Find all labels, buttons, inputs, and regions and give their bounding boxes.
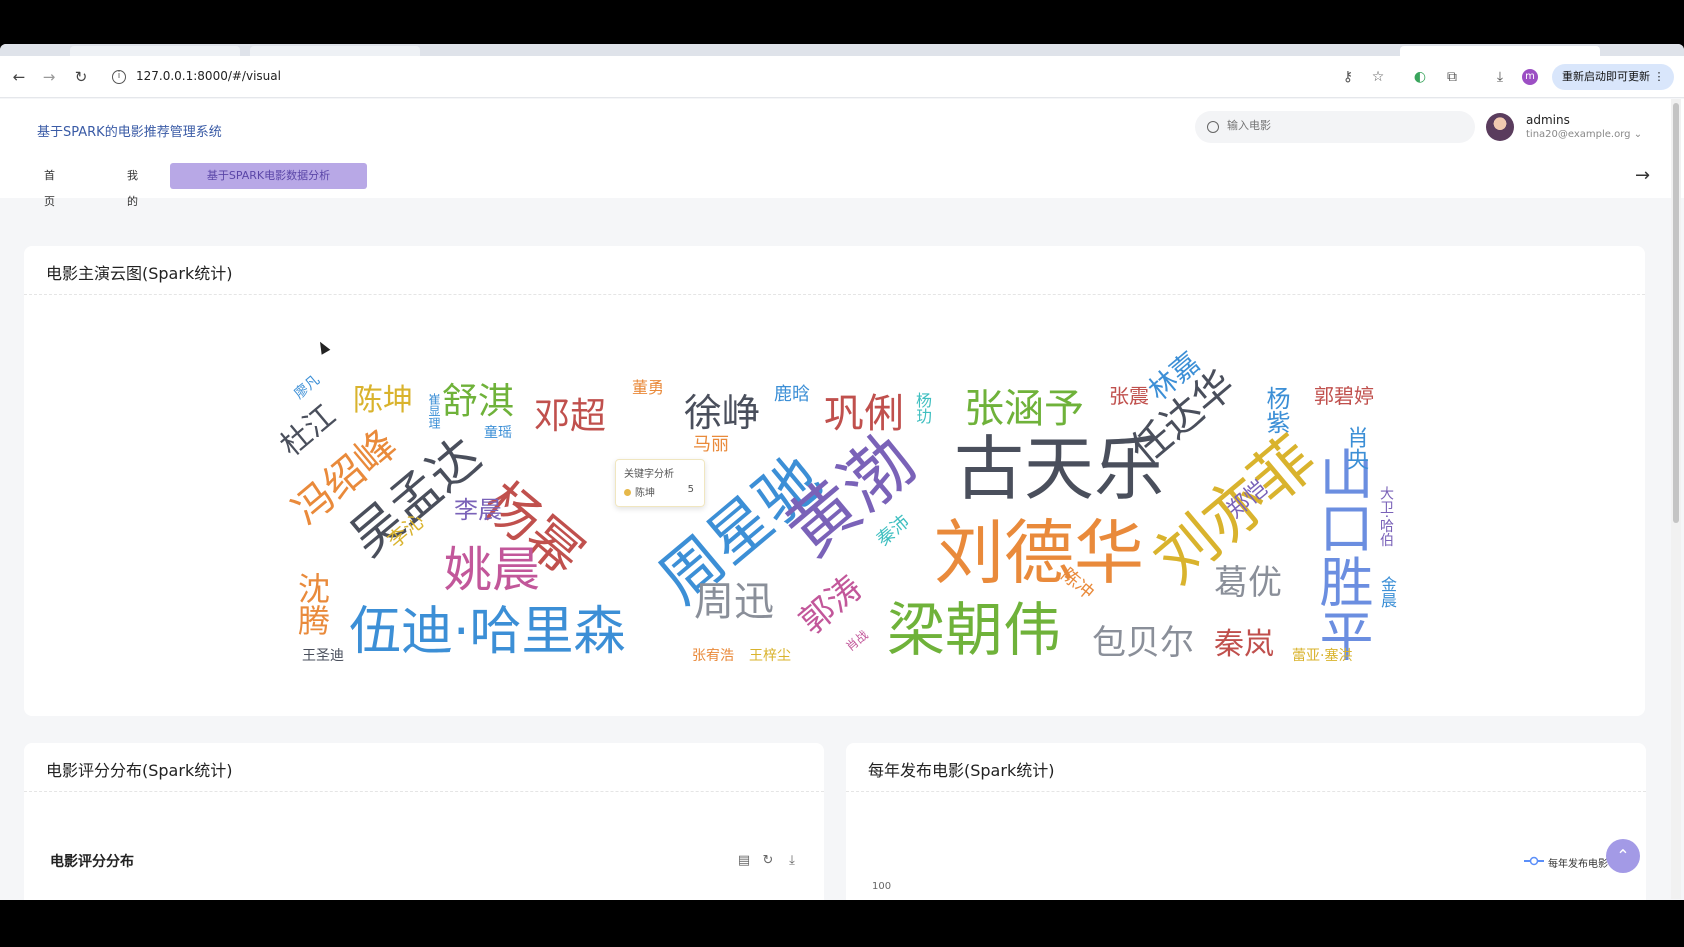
password-key-icon[interactable]: ⚷ — [1338, 67, 1358, 87]
chevron-down-icon: ⌄ — [1630, 129, 1643, 140]
cloud-word[interactable]: 郭碧婷 — [1314, 386, 1374, 406]
user-email-text: tina20@example.org — [1526, 129, 1631, 140]
page-scrollbar[interactable] — [1671, 99, 1681, 899]
site-info-icon[interactable]: i — [112, 70, 126, 84]
browser-tab-active[interactable] — [1400, 46, 1600, 56]
cloud-word[interactable]: 陈坤 — [353, 386, 413, 416]
yearly-card-title: 每年发布电影(Spark统计) — [868, 761, 1055, 780]
cloud-word[interactable]: 周迅 — [694, 582, 774, 622]
chart-toolbox: ▤ ↻ ⤓ — [736, 853, 806, 869]
cloud-word[interactable]: 杜江 — [274, 398, 342, 463]
cloud-word[interactable]: 徐峥 — [684, 394, 760, 432]
bookmark-star-icon[interactable]: ☆ — [1368, 67, 1388, 87]
cloud-word[interactable]: 包贝尔 — [1092, 626, 1194, 660]
cloud-word[interactable]: 金晨 — [1378, 576, 1397, 608]
cloud-word[interactable]: 王圣迪 — [302, 649, 344, 663]
movie-search[interactable] — [1195, 111, 1475, 143]
cloud-word[interactable]: 崔显理 — [427, 393, 441, 429]
cloud-word[interactable]: 巩俐 — [824, 394, 904, 434]
forward-icon[interactable]: → — [38, 66, 60, 88]
tooltip-name: 陈坤 — [635, 488, 655, 499]
data-view-icon[interactable]: ▤ — [736, 853, 752, 869]
tab-mine[interactable]: 我的 — [127, 163, 138, 208]
tab-home[interactable]: 首页 — [44, 163, 55, 208]
legend-line-icon — [1524, 856, 1544, 866]
cloud-word[interactable]: 郭涛 — [792, 568, 870, 642]
download-icon[interactable]: ⤓ — [1490, 67, 1510, 87]
app-title: 基于SPARK的电影推荐管理系统 — [37, 125, 222, 140]
back-icon[interactable]: ← — [8, 66, 30, 88]
browser-tab-strip — [0, 44, 1684, 56]
cloud-word[interactable]: 葛优 — [1214, 566, 1282, 600]
cloud-word[interactable]: 杨玏 — [913, 392, 932, 424]
rating-card: 电影评分分布(Spark统计) 电影评分分布 ▤ ↻ ⤓ — [24, 743, 824, 900]
update-browser-button[interactable]: 重新启动即可更新 ⋮ — [1552, 64, 1674, 90]
profile-avatar-icon[interactable]: m — [1522, 69, 1538, 85]
series-dot-icon — [624, 489, 631, 496]
word-cloud-tooltip: 关键字分析 陈坤 5 — [615, 459, 705, 507]
url-text: 127.0.0.1:8000/#/visual — [136, 69, 281, 83]
cloud-word[interactable]: 张震 — [1109, 386, 1149, 406]
cloud-word[interactable]: 沈腾 — [293, 572, 331, 636]
cloud-word[interactable]: 蕾亚·塞洪 — [1292, 649, 1352, 663]
divider — [846, 791, 1646, 792]
search-input[interactable] — [1227, 119, 1457, 132]
cloud-word[interactable]: 肖央 — [1343, 426, 1368, 470]
cloud-word[interactable]: 鹿晗 — [774, 386, 810, 404]
cloud-word[interactable]: 杨紫 — [1262, 386, 1290, 434]
app-header: 基于SPARK的电影推荐管理系统 admins tina20@example.o… — [0, 99, 1684, 208]
update-label: 重新启动即可更新 — [1562, 70, 1650, 83]
cloud-word[interactable]: 黄渤 — [770, 419, 930, 572]
user-name[interactable]: admins — [1526, 113, 1570, 127]
cloud-word[interactable]: 肖战 — [843, 628, 870, 654]
browser-toolbar: ← → ↻ i 127.0.0.1:8000/#/visual ⚷ ☆ ◐ ⧉ … — [0, 56, 1684, 98]
word-cloud: 古天乐 刘德华 梁朝伟 周星驰 黄渤 刘亦菲 山口胜平 伍迪·哈里森 吴孟达 杨幂 姚晨 冯绍峰 任达华… — [24, 246, 1645, 716]
cloud-card: 电影主演云图(Spark统计) 古天乐 刘德华 梁朝伟 周星驰 黄渤 刘亦菲 山口胜平 伍迪·… — [24, 246, 1645, 716]
browser-window: ← → ↻ i 127.0.0.1:8000/#/visual ⚷ ☆ ◐ ⧉ … — [0, 44, 1684, 900]
search-icon — [1207, 121, 1219, 133]
rating-card-title: 电影评分分布(Spark统计) — [46, 761, 233, 780]
tooltip-series: 关键字分析 — [624, 469, 674, 480]
browser-tab[interactable] — [70, 46, 240, 56]
cloud-word[interactable]: 张涵予 — [964, 389, 1084, 429]
tooltip-value: 5 — [687, 484, 694, 495]
cloud-word[interactable]: 秦岚 — [1214, 630, 1274, 660]
scrollbar-thumb[interactable] — [1673, 103, 1679, 523]
cloud-word[interactable]: 张宥浩 — [692, 649, 734, 663]
yearly-card: 每年发布电影(Spark统计) 每年发布电影 100 — [846, 743, 1646, 900]
tooltip-row: 陈坤 5 — [624, 484, 696, 499]
reload-icon[interactable]: ↻ — [70, 66, 92, 88]
save-image-icon[interactable]: ⤓ — [784, 853, 800, 869]
cloud-word[interactable]: 童瑶 — [484, 426, 512, 440]
cloud-word[interactable]: 马丽 — [693, 436, 729, 454]
cloud-word[interactable]: 王梓尘 — [749, 649, 791, 663]
cloud-word[interactable]: 大卫·哈伯 — [1378, 486, 1394, 546]
cloud-word[interactable]: 山口胜平 — [1310, 446, 1373, 662]
user-avatar[interactable] — [1486, 113, 1514, 141]
rating-chart-title: 电影评分分布 — [50, 854, 134, 870]
divider — [24, 791, 824, 792]
back-to-top-icon[interactable]: ⌃ — [1606, 839, 1640, 873]
browser-tab[interactable] — [250, 46, 420, 56]
cloud-word[interactable]: 李晨 — [454, 498, 502, 522]
cloud-word[interactable]: 梁朝伟 — [887, 601, 1061, 659]
cloud-word[interactable]: 伍迪·哈里森 — [349, 606, 626, 658]
extension-circle-icon[interactable]: ◐ — [1410, 67, 1430, 87]
cloud-word[interactable]: 邓超 — [534, 399, 606, 435]
y-axis-tick: 100 — [872, 881, 892, 892]
menu-dots-icon: ⋮ — [1653, 70, 1665, 83]
cloud-word[interactable]: 舒淇 — [442, 384, 514, 420]
cloud-word[interactable]: 董勇 — [632, 380, 664, 396]
legend-label[interactable]: 每年发布电影 — [1548, 855, 1608, 870]
arrow-right-icon[interactable]: → — [1635, 165, 1650, 186]
restore-icon[interactable]: ↻ — [760, 853, 776, 869]
user-email[interactable]: tina20@example.org ⌄ — [1526, 129, 1642, 140]
tab-spark-analysis[interactable]: 基于SPARK电影数据分析 — [170, 163, 367, 189]
cloud-word[interactable]: 廖凡 — [291, 372, 323, 402]
cloud-word[interactable]: 刘德华 — [934, 518, 1144, 588]
address-bar[interactable]: i 127.0.0.1:8000/#/visual — [106, 62, 1396, 92]
cloud-word[interactable]: 姚晨 — [444, 546, 540, 594]
extensions-puzzle-icon[interactable]: ⧉ — [1442, 67, 1462, 87]
